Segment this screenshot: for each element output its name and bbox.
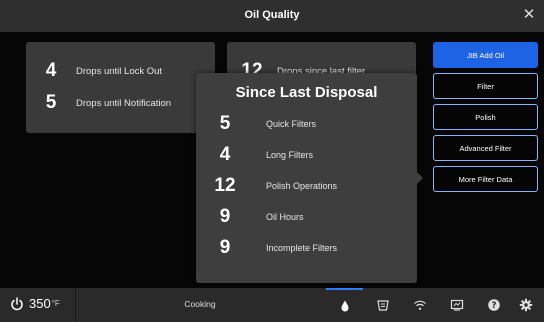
action-buttons: JIB Add Oil Filter Polish Advanced Filte… [433, 42, 538, 197]
row-value: 9 [219, 206, 231, 227]
row-label: Polish Operations [266, 181, 338, 191]
drops-card: 4 Drops until Lock Out 5 Drops until Not… [26, 42, 215, 133]
popup-pointer [417, 172, 423, 184]
display-icon[interactable] [438, 288, 475, 322]
stat-drops-until-lockout: 4 Drops until Lock Out [40, 60, 162, 82]
svg-text:?: ? [491, 301, 496, 311]
stat-drops-until-notification: 5 Drops until Notification [40, 92, 171, 114]
popup-row-long-filters: 4 Long Filters [208, 144, 313, 166]
fryer-icon[interactable] [364, 288, 401, 322]
filter-button[interactable]: Filter [433, 73, 538, 99]
settings-icon[interactable] [507, 288, 544, 322]
popup-row-polish-operations: 12 Polish Operations [208, 175, 337, 197]
row-value: 12 [214, 175, 236, 196]
wifi-icon[interactable] [401, 288, 438, 322]
popup-row-incomplete-filters: 9 Incomplete Filters [208, 237, 337, 259]
row-label: Incomplete Filters [266, 243, 338, 253]
title-bar: Oil Quality ✕ [0, 0, 544, 32]
row-value: 5 [219, 113, 231, 134]
row-value: 4 [219, 144, 231, 165]
stat-label: Drops until Notification [76, 97, 172, 109]
row-label: Quick Filters [266, 119, 317, 129]
temperature-display[interactable]: 350 °F [10, 296, 60, 311]
temperature-unit: °F [51, 299, 60, 308]
more-filter-data-button[interactable]: More Filter Data [433, 166, 538, 192]
advanced-filter-button[interactable]: Advanced Filter [433, 135, 538, 161]
popup-row-quick-filters: 5 Quick Filters [208, 113, 316, 135]
stat-label: Drops until Lock Out [76, 65, 163, 77]
row-label: Oil Hours [266, 212, 304, 222]
oil-drop-icon[interactable] [326, 288, 363, 322]
row-value: 9 [219, 237, 231, 258]
since-last-disposal-popup: Since Last Disposal 5 Quick Filters 4 Lo… [196, 73, 423, 283]
stat-value: 5 [45, 92, 57, 113]
status-text: Cooking [184, 299, 216, 309]
popup-row-oil-hours: 9 Oil Hours [208, 206, 304, 228]
temperature-value: 350 [29, 296, 51, 311]
polish-button[interactable]: Polish [433, 104, 538, 130]
power-icon [11, 296, 23, 310]
window-title: Oil Quality [244, 9, 300, 21]
popup-title: Since Last Disposal [235, 84, 378, 101]
stat-value: 4 [45, 60, 57, 81]
close-icon[interactable]: ✕ [520, 6, 538, 24]
row-label: Long Filters [266, 150, 314, 160]
bottom-bar: 350 °F Cooking ? [0, 288, 544, 322]
jib-add-oil-button[interactable]: JIB Add Oil [433, 42, 538, 68]
